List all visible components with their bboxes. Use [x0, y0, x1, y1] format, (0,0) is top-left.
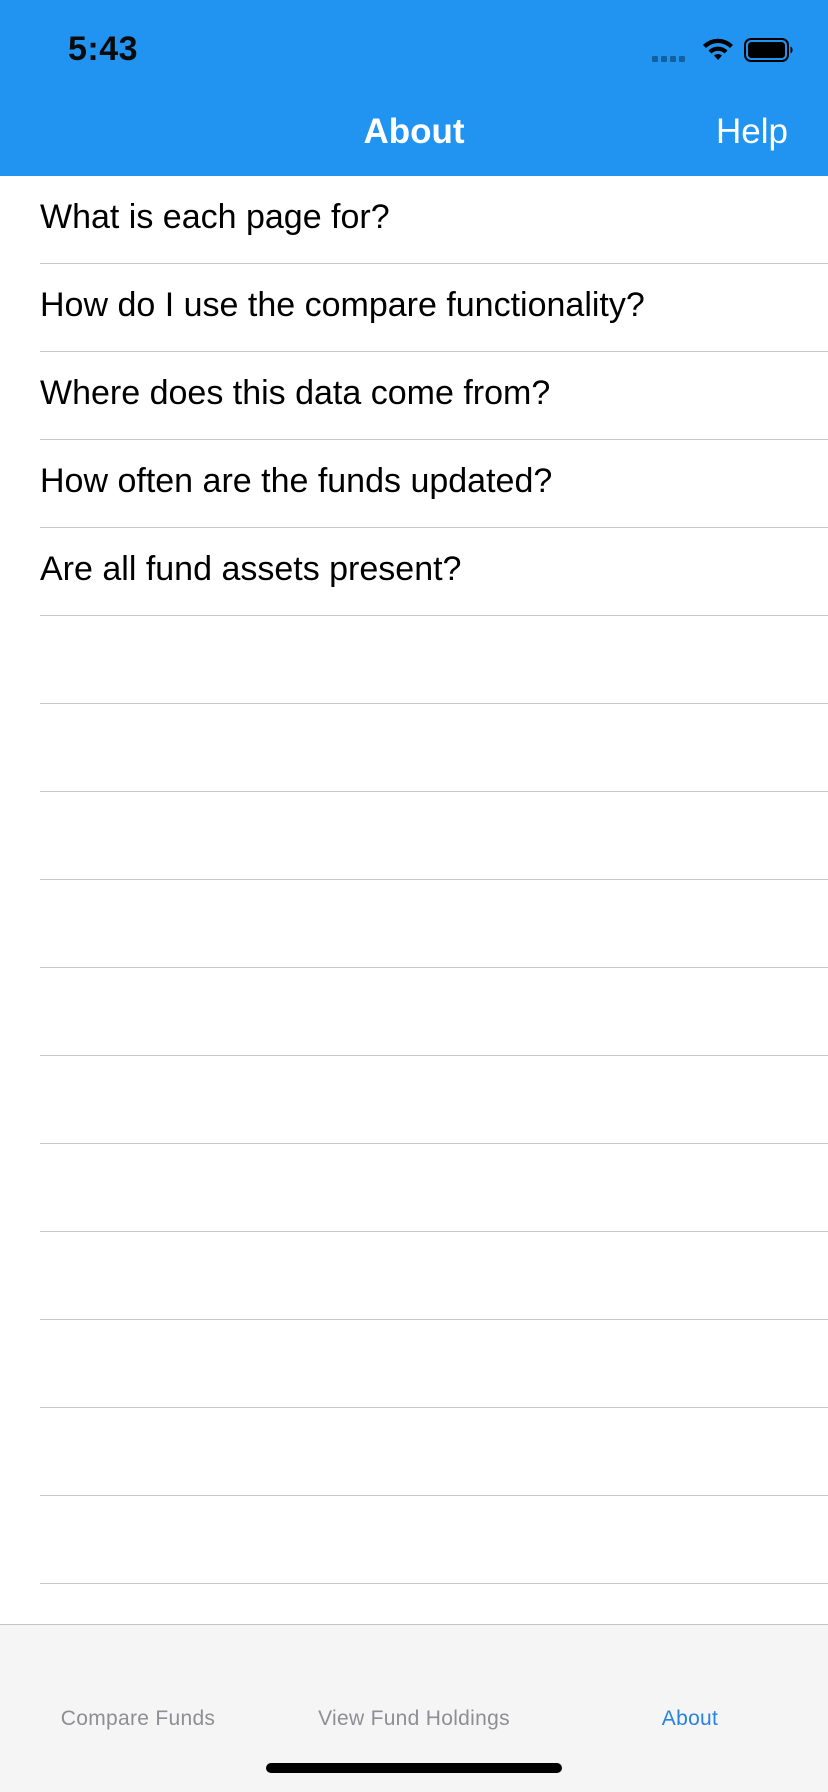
cellular-signal-icon — [652, 38, 688, 62]
empty-row — [0, 1144, 828, 1232]
list-item-label: Where does this data come from? — [40, 374, 551, 412]
list-item[interactable]: Where does this data come from? — [0, 352, 828, 440]
wifi-icon — [703, 38, 733, 60]
empty-row — [0, 792, 828, 880]
empty-row — [0, 880, 828, 968]
list-item[interactable]: How do I use the compare functionality? — [0, 264, 828, 352]
list-item-label: Are all fund assets present? — [40, 550, 462, 588]
home-indicator — [266, 1763, 562, 1773]
page-title: About — [363, 112, 465, 151]
help-button[interactable]: Help — [716, 112, 788, 152]
empty-row — [0, 1056, 828, 1144]
list-item[interactable]: What is each page for? — [0, 176, 828, 264]
empty-row — [0, 1320, 828, 1408]
empty-row — [0, 1408, 828, 1496]
tab-view-fund-holdings[interactable]: View Fund Holdings — [276, 1707, 552, 1731]
list-item-label: How often are the funds updated? — [40, 462, 553, 500]
battery-icon — [744, 38, 793, 62]
status-icons — [652, 36, 794, 64]
tab-about[interactable]: About — [552, 1707, 828, 1731]
list-item[interactable]: Are all fund assets present? — [0, 528, 828, 616]
empty-row — [0, 1496, 828, 1584]
empty-row — [0, 616, 828, 704]
empty-row — [0, 1232, 828, 1320]
empty-row — [0, 704, 828, 792]
list-item-label: What is each page for? — [40, 198, 390, 236]
list-item[interactable]: How often are the funds updated? — [0, 440, 828, 528]
empty-row — [0, 968, 828, 1056]
navigation-header: 5:43 About Help — [0, 0, 828, 176]
status-time: 5:43 — [68, 30, 139, 68]
faq-list: What is each page for? How do I use the … — [0, 176, 828, 1624]
list-item-label: How do I use the compare functionality? — [40, 286, 645, 324]
empty-row — [0, 1584, 828, 1624]
tab-compare-funds[interactable]: Compare Funds — [0, 1707, 276, 1731]
